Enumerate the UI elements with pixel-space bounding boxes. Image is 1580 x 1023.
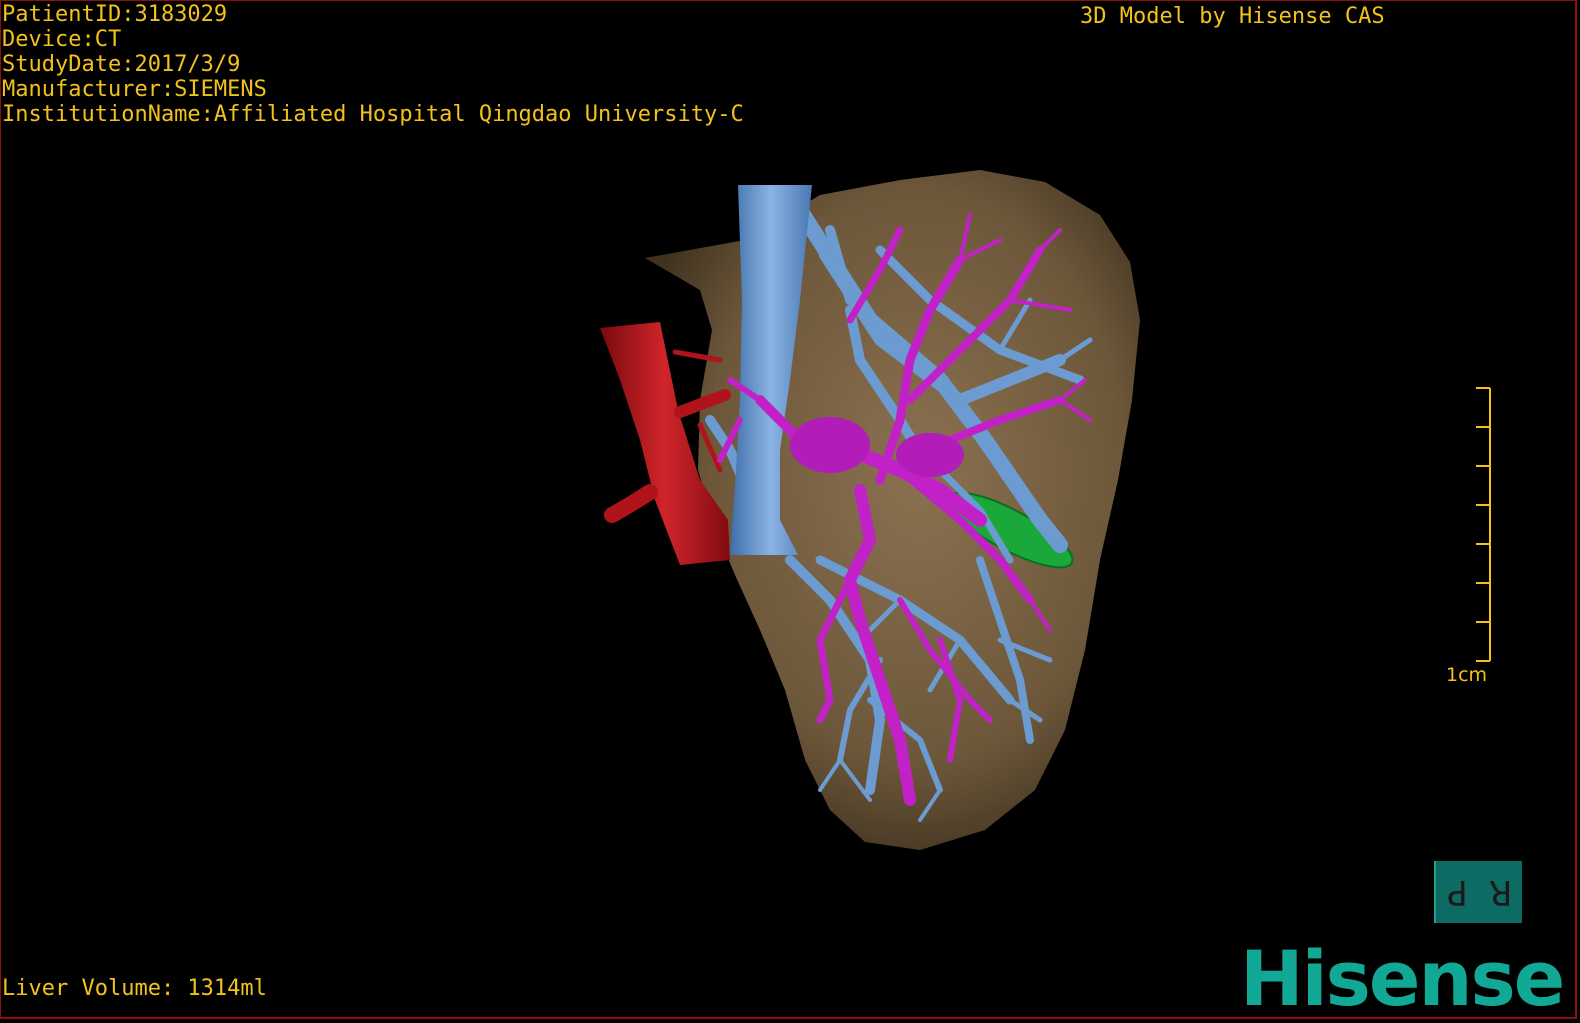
portal-confluence [790,417,870,473]
liver-volume: Liver Volume: 1314ml [2,976,267,1001]
artery [600,322,731,565]
3d-liver-viewport[interactable] [0,0,1580,1020]
scale-bar [1476,387,1491,662]
hisense-logo: Hisense [1240,934,1565,1023]
scale-bar-label: 1cm [1446,664,1488,686]
orientation-right: R [1488,872,1513,912]
portal-trunk [896,433,964,477]
orientation-posterior: P [1434,861,1479,923]
orientation-cube[interactable]: P R [1434,861,1522,923]
